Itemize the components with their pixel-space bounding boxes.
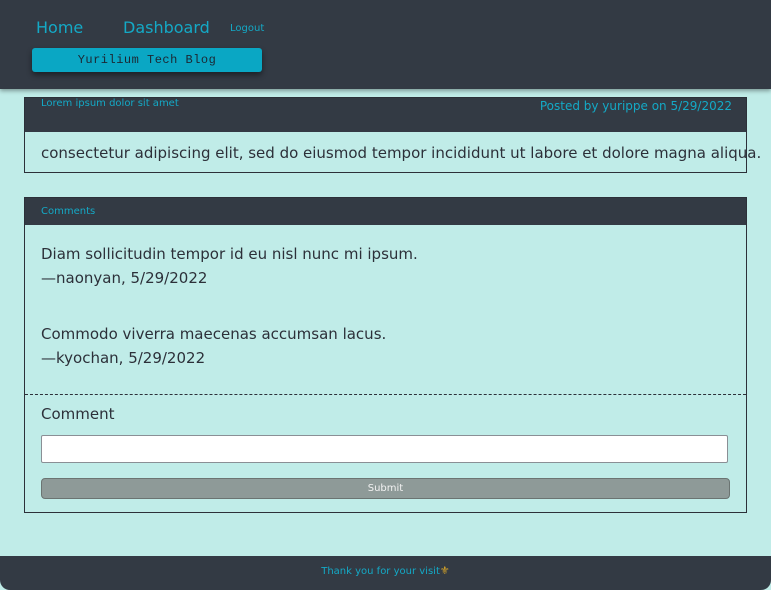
nav-logout-link[interactable]: Logout [230,23,264,34]
comment-byline: —naonyan, 5/29/2022 [41,269,208,287]
submit-button[interactable]: Submit [41,478,730,499]
comment-text: Commodo viverra maecenas accumsan lacus. [41,325,387,343]
site-header: Home Dashboard Logout Yurilium Tech Blog [0,0,771,89]
comments-divider [25,394,746,395]
nav-dashboard-link[interactable]: Dashboard [123,18,210,37]
nav-home-link[interactable]: Home [36,18,83,37]
site-footer: Thank you for your visit⚜ [0,556,771,590]
post-meta: Posted by yurippe on 5/29/2022 [539,99,732,113]
comment-text: Diam sollicitudin tempor id eu nisl nunc… [41,245,418,263]
comment-byline: —kyochan, 5/29/2022 [41,349,206,367]
comment-input[interactable] [41,435,728,463]
comments-card: Comments Diam sollicitudin tempor id eu … [24,197,747,513]
comment-item: Diam sollicitudin tempor id eu nisl nunc… [41,242,418,290]
comments-title: Comments [41,206,96,217]
comments-header: Comments [25,198,746,225]
post-header: Lorem ipsum dolor sit amet Posted by yur… [25,98,746,132]
site-title-banner: Yurilium Tech Blog [32,48,262,72]
post-title: Lorem ipsum dolor sit amet [41,98,179,109]
post-card: Lorem ipsum dolor sit amet Posted by yur… [24,97,762,173]
fleur-de-lis-icon: ⚜ [439,564,450,577]
footer-text: Thank you for your visit [321,566,440,577]
post-body: consectetur adipiscing elit, sed do eius… [41,144,762,162]
comment-label: Comment [41,405,115,423]
comment-item: Commodo viverra maecenas accumsan lacus.… [41,322,386,370]
